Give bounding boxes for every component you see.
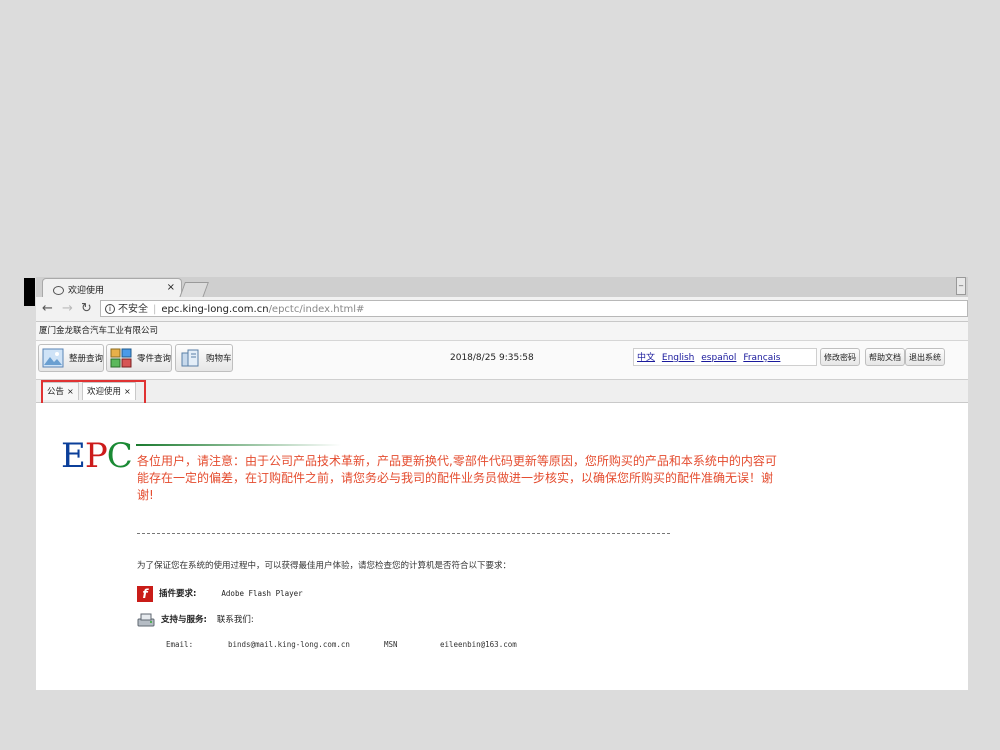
email-label: Email: <box>166 640 194 649</box>
plugin-requirement: f 插件要求: Adobe Flash Player <box>137 585 303 603</box>
company-name: 厦门金龙联合汽车工业有限公司 <box>39 326 159 336</box>
address-bar[interactable]: i 不安全 | epc.king-long.com.cn/epctc/index.ht… <box>100 300 968 317</box>
new-tab-button[interactable] <box>179 282 209 298</box>
divider-line <box>136 444 341 446</box>
browser-tabstrip: 欢迎使用 × ‒ <box>36 277 968 298</box>
lang-link-en[interactable]: English <box>662 353 695 363</box>
logout-button[interactable]: 退出系统 <box>905 348 945 366</box>
browser-toolbar: ← → ↻ i 不安全 | epc.king-long.com.cn/epctc/in… <box>36 297 968 322</box>
cart-button[interactable]: 购物车 <box>175 344 233 372</box>
lang-link-fr[interactable]: Français <box>743 353 780 363</box>
reload-icon[interactable]: ↻ <box>81 301 92 317</box>
url-domain: epc.king-long.com.cn <box>161 304 269 315</box>
app-toolbar: 整册查询 零件查询 购物车 2018/8/25 9:35:58 中文 Engli <box>36 341 968 380</box>
vehicle-query-label: 整册查询 <box>69 354 104 364</box>
vehicle-query-button[interactable]: 整册查询 <box>38 344 104 372</box>
info-icon[interactable]: i <box>105 304 115 314</box>
window-control-icon[interactable]: ‒ <box>956 277 966 295</box>
support-label: 支持与服务: <box>161 615 207 625</box>
welcome-content: EPC 各位用户，请注意：由于公司产品技术革新，产品更新换代,零部件代码更新等原… <box>36 403 968 690</box>
browser-tab[interactable]: 欢迎使用 × <box>42 278 182 297</box>
flash-icon: f <box>137 585 153 602</box>
help-button[interactable]: 帮助文档 <box>865 348 905 366</box>
support-value: 联系我们: <box>216 615 254 625</box>
cart-label: 购物车 <box>206 354 232 364</box>
picture-icon <box>42 348 64 368</box>
cart-icon <box>181 349 199 367</box>
company-header: 厦门金龙联合汽车工业有限公司 <box>36 322 968 341</box>
page-favicon-icon <box>53 286 64 295</box>
support-service: 支持与服务: 联系我们: <box>137 611 254 629</box>
parts-query-button[interactable]: 零件查询 <box>106 344 172 372</box>
lang-link-es[interactable]: español <box>701 353 736 363</box>
support-icon <box>137 613 155 626</box>
notice-text: 各位用户，请注意：由于公司产品技术革新，产品更新换代,零部件代码更新等原因，您所… <box>137 454 777 502</box>
msn-label: MSN <box>384 640 398 649</box>
msn-value: eileenbin@163.com <box>440 640 517 649</box>
back-arrow-icon[interactable]: ← <box>42 301 53 317</box>
url-path: /epctc/index.html# <box>268 304 365 315</box>
forward-arrow-icon[interactable]: → <box>62 301 73 317</box>
dashed-divider <box>137 533 670 534</box>
plugin-value: Adobe Flash Player <box>221 589 303 598</box>
security-label: 不安全 <box>118 304 148 315</box>
browser-tab-title: 欢迎使用 <box>68 286 105 296</box>
plugin-label: 插件要求: <box>159 589 197 599</box>
current-datetime: 2018/8/25 9:35:58 <box>450 353 534 363</box>
parts-icon <box>110 348 132 368</box>
email-value[interactable]: binds@mail.king-long.com.cn <box>228 640 384 649</box>
black-marker <box>24 278 35 306</box>
epc-logo: EPC <box>61 436 133 476</box>
lang-link-zh[interactable]: 中文 <box>637 353 655 363</box>
parts-query-label: 零件查询 <box>137 354 172 364</box>
requirement-intro: 为了保证您在系统的使用过程中，可以获得最佳用户体验，请您检查您的计算机是否符合以… <box>137 561 512 571</box>
contact-info: Email: binds@mail.king-long.com.cn MSN eile… <box>166 640 517 649</box>
page-tabs: 公告 × 欢迎使用 × <box>36 380 968 407</box>
change-password-button[interactable]: 修改密码 <box>820 348 860 366</box>
tab-close-icon[interactable]: × <box>167 282 175 293</box>
browser-window: 欢迎使用 × ‒ ← → ↻ i 不安全 | epc.king-long.com.cn… <box>36 277 968 690</box>
language-selector: 中文 English español Français <box>633 348 817 366</box>
